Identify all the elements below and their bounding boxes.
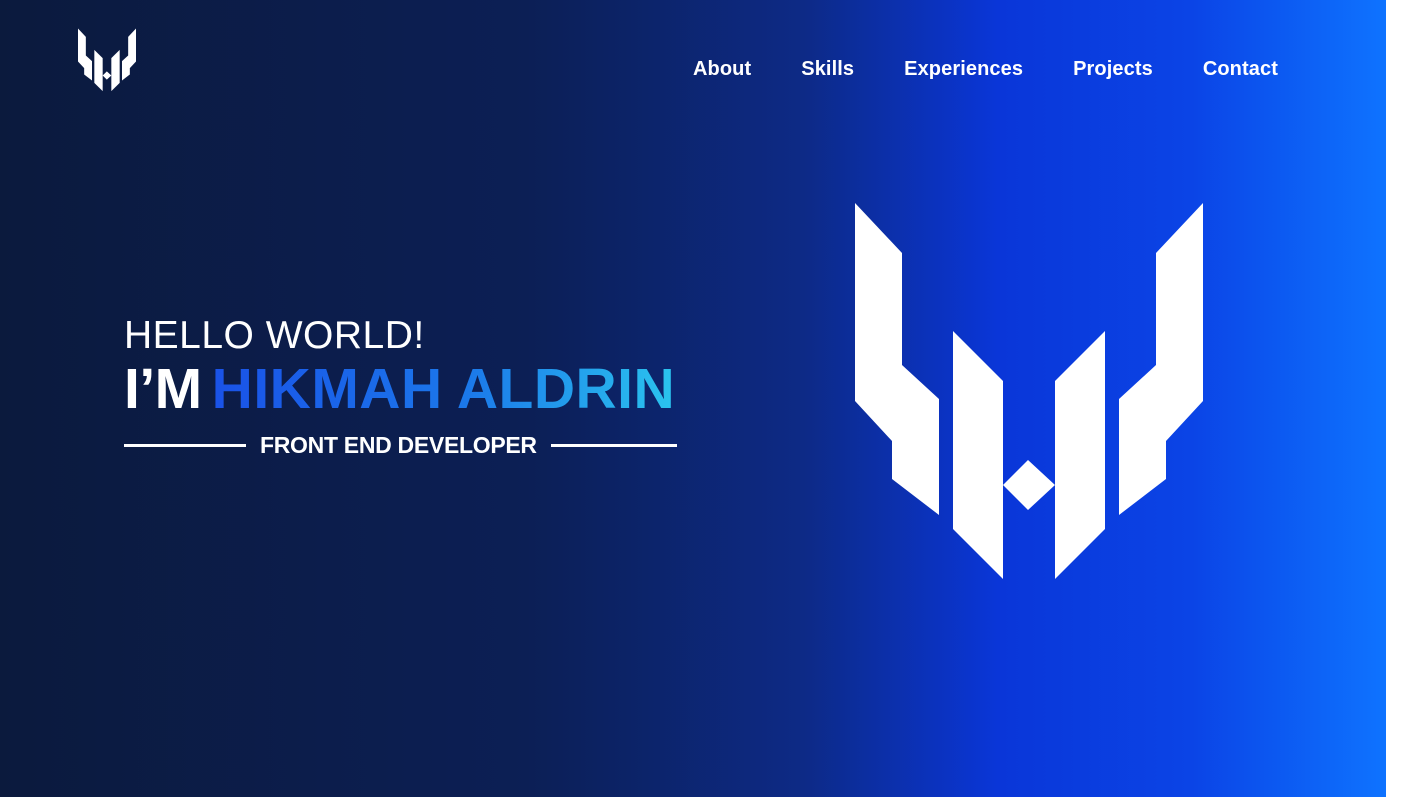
role-row: FRONT END DEVELOPER [124,432,694,458]
greeting-text: HELLO WORLD! [124,314,425,357]
intro-text: I’M [124,357,202,421]
divider-right [550,443,677,447]
nav-link-experiences[interactable]: Experiences [904,58,1023,81]
hero-section: About Skills Experiences Projects Contac… [0,0,1386,797]
main-navigation: About Skills Experiences Projects Contac… [693,54,1278,84]
hero-intro: HELLO WORLD! I’M HIKMAH ALDRIN FRONT END … [124,316,694,458]
nav-link-about[interactable]: About [693,58,751,81]
nav-link-projects[interactable]: Projects [1073,58,1153,81]
logo-icon[interactable] [78,28,136,92]
hero-logo-graphic [855,203,1203,581]
page-margin [1386,0,1427,797]
role-title: FRONT END DEVELOPER [260,431,537,458]
developer-name: HIKMAH ALDRIN [211,357,676,421]
hm-monogram-icon [78,28,136,92]
name-heading: I’M HIKMAH ALDRIN [124,360,694,418]
divider-left [124,443,246,447]
nav-link-contact[interactable]: Contact [1203,58,1278,81]
hm-monogram-icon [855,203,1203,579]
nav-link-skills[interactable]: Skills [801,58,854,81]
